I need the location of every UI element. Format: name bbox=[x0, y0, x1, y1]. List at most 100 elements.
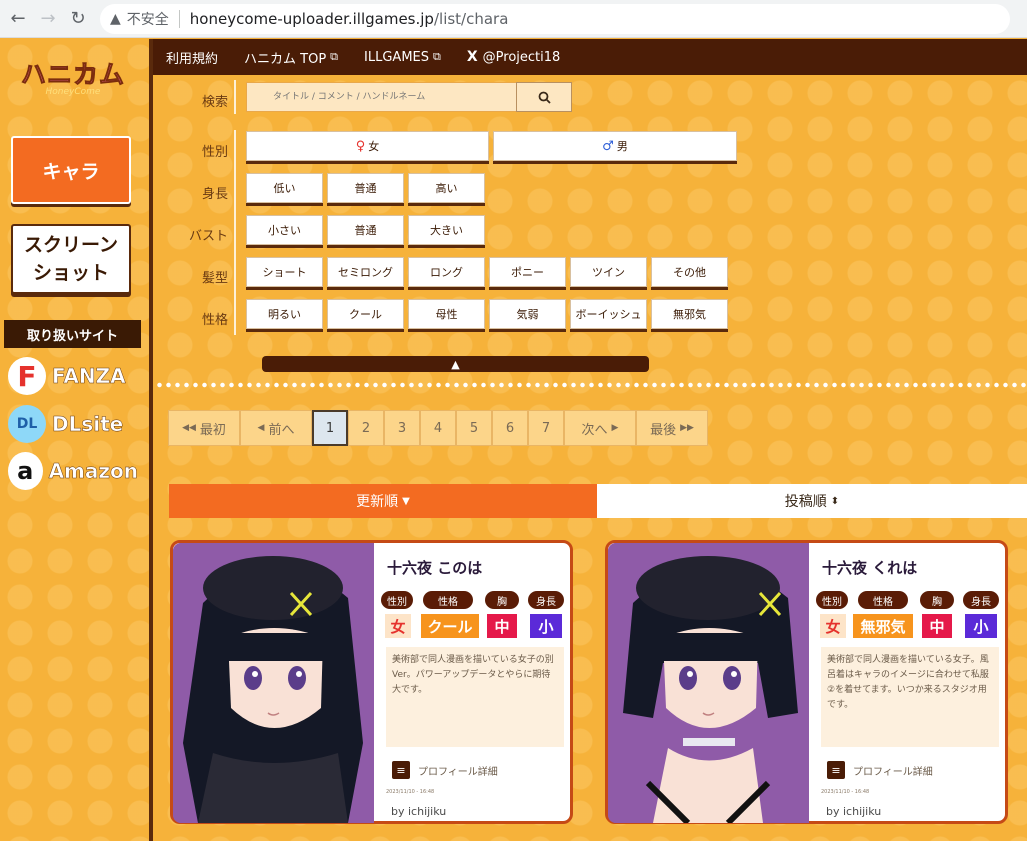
amazon-link[interactable]: a Amazon bbox=[8, 452, 138, 490]
personality-value: 無邪気 bbox=[853, 614, 913, 638]
bust-large-button[interactable]: 大きい bbox=[408, 215, 485, 245]
terms-link[interactable]: 利用規約 bbox=[166, 48, 218, 67]
bust-label: バスト bbox=[188, 229, 228, 244]
dlsite-link[interactable]: DL DLsite bbox=[8, 405, 138, 443]
warning-icon: ▲ bbox=[110, 10, 121, 27]
card-author[interactable]: by ichijiku bbox=[826, 805, 881, 818]
personality-motherly-button[interactable]: 母性 bbox=[408, 299, 485, 329]
next-page-icon: ▶ bbox=[611, 423, 619, 433]
hair-twin-button[interactable]: ツイン bbox=[570, 257, 647, 287]
tag-height-label: 身長 bbox=[528, 591, 564, 609]
sort-posted-tab[interactable]: 投稿順 ⬍ bbox=[597, 484, 1027, 518]
bust-small-button[interactable]: 小さい bbox=[246, 215, 323, 245]
amazon-label: Amazon bbox=[48, 459, 138, 484]
chara-button[interactable]: キャラ bbox=[11, 136, 131, 204]
character-card[interactable]: 十六夜 このは 性別 性格 胸 身長 女 クール 中 小 美術部で同人漫画を描い… bbox=[170, 540, 573, 824]
sort-updown-icon: ⬍ bbox=[830, 495, 840, 507]
height-short-button[interactable]: 低い bbox=[246, 173, 323, 203]
sex-male-button[interactable]: ♂ 男 bbox=[493, 131, 737, 161]
character-name[interactable]: 十六夜 このは bbox=[387, 557, 482, 578]
height-label: 身長 bbox=[201, 187, 228, 202]
character-card[interactable]: 十六夜 くれは 性別 性格 胸 身長 女 無邪気 中 小 美術部で同人漫画を描い… bbox=[605, 540, 1008, 824]
personality-innocent-button[interactable]: 無邪気 bbox=[651, 299, 728, 329]
card-date: 2023/11/10 - 16:48 bbox=[821, 789, 870, 795]
page-number-button[interactable]: 2 bbox=[348, 410, 384, 446]
sort-updated-tab[interactable]: 更新順 ▼ bbox=[169, 484, 597, 518]
honeycome-top-label: ハニカム TOP bbox=[244, 51, 327, 67]
profile-detail-label: プロフィール詳細 bbox=[418, 766, 498, 778]
x-account-link[interactable]: X @Projecti18 bbox=[467, 49, 560, 65]
page-number-button[interactable]: 6 bbox=[492, 410, 528, 446]
personality-boyish-button[interactable]: ボーイッシュ bbox=[570, 299, 647, 329]
character-portrait[interactable] bbox=[608, 543, 809, 823]
tag-sex-label: 性別 bbox=[381, 591, 413, 609]
browser-toolbar: ← → ↻ ▲ 不安全 honeycome-uploader.illgames.… bbox=[0, 0, 1027, 38]
profile-detail-link[interactable]: ≡ プロフィール詳細 bbox=[827, 761, 933, 779]
sex-female-label: 女 bbox=[368, 140, 380, 153]
tag-sex-label: 性別 bbox=[816, 591, 848, 609]
character-description: 美術部で同人漫画を描いている女子の別Ver。パワーアップデータとやらに期待大です… bbox=[386, 647, 564, 747]
page-first-button[interactable]: ◀◀ 最初 bbox=[168, 410, 240, 446]
x-logo-icon: X bbox=[466, 49, 478, 65]
hair-short-button[interactable]: ショート bbox=[246, 257, 323, 287]
sex-male-label: 男 bbox=[616, 140, 628, 153]
last-page-icon: ▶▶ bbox=[680, 423, 694, 433]
page-number-button[interactable]: 5 bbox=[456, 410, 492, 446]
character-portrait[interactable] bbox=[173, 543, 374, 823]
sex-label: 性別 bbox=[201, 145, 228, 160]
page-last-label: 最後 bbox=[650, 422, 677, 438]
sort-updated-label: 更新順 bbox=[356, 494, 399, 510]
page-number-button[interactable]: 7 bbox=[528, 410, 564, 446]
url-host: honeycome-uploader.illgames.jp bbox=[189, 9, 434, 28]
height-normal-button[interactable]: 普通 bbox=[327, 173, 404, 203]
terms-label: 利用規約 bbox=[166, 51, 219, 67]
filter-divider bbox=[234, 80, 236, 114]
card-author[interactable]: by ichijiku bbox=[391, 805, 446, 818]
screenshot-button[interactable]: スクリーン ショット bbox=[11, 224, 131, 294]
insecure-label: 不安全 bbox=[126, 11, 169, 28]
search-input[interactable] bbox=[246, 82, 516, 112]
illgames-link[interactable]: ILLGAMES ⧉ bbox=[364, 50, 441, 65]
height-value: 小 bbox=[530, 614, 562, 638]
honeycome-logo[interactable]: ハニカム HoneyCome bbox=[16, 58, 130, 104]
honeycome-top-link[interactable]: ハニカム TOP ⧉ bbox=[244, 48, 338, 67]
hair-other-button[interactable]: その他 bbox=[651, 257, 728, 287]
hair-semilong-button[interactable]: セミロング bbox=[327, 257, 404, 287]
sex-female-button[interactable]: ♀ 女 bbox=[246, 131, 489, 161]
page-first-label: 最初 bbox=[199, 422, 226, 438]
male-icon: ♂ bbox=[602, 138, 614, 154]
hair-long-button[interactable]: ロング bbox=[408, 257, 485, 287]
hair-pony-button[interactable]: ポニー bbox=[489, 257, 566, 287]
x-account-label: @Projecti18 bbox=[482, 49, 561, 65]
illgames-label: ILLGAMES bbox=[364, 49, 429, 65]
pagination: ◀◀ 最初 ◀ 前へ 1 2 3 4 5 6 7 次へ ▶ 最後 ▶▶ bbox=[168, 410, 708, 446]
sex-value: 女 bbox=[385, 614, 411, 638]
screenshot-label-line2: ショット bbox=[32, 262, 109, 284]
personality-bright-button[interactable]: 明るい bbox=[246, 299, 323, 329]
height-value: 小 bbox=[965, 614, 997, 638]
back-arrow-icon[interactable]: ← bbox=[6, 7, 30, 31]
personality-cool-button[interactable]: クール bbox=[327, 299, 404, 329]
address-bar[interactable]: ▲ 不安全 honeycome-uploader.illgames.jp/lis… bbox=[100, 3, 1010, 34]
profile-detail-link[interactable]: ≡ プロフィール詳細 bbox=[392, 761, 498, 779]
tag-chest-label: 胸 bbox=[920, 591, 954, 609]
height-tall-button[interactable]: 高い bbox=[408, 173, 485, 203]
page-number-button[interactable]: 1 bbox=[312, 410, 348, 446]
sort-down-icon: ▼ bbox=[402, 495, 410, 507]
chest-value: 中 bbox=[922, 614, 952, 638]
page-number-button[interactable]: 3 bbox=[384, 410, 420, 446]
reload-icon[interactable]: ↻ bbox=[66, 7, 90, 31]
search-button[interactable] bbox=[516, 82, 572, 112]
page-number-button[interactable]: 4 bbox=[420, 410, 456, 446]
page-next-button[interactable]: 次へ ▶ bbox=[564, 410, 636, 446]
screenshot-label-line1: スクリーン bbox=[23, 234, 119, 256]
page-prev-button[interactable]: ◀ 前へ bbox=[240, 410, 312, 446]
page-last-button[interactable]: 最後 ▶▶ bbox=[636, 410, 708, 446]
bust-normal-button[interactable]: 普通 bbox=[327, 215, 404, 245]
character-name[interactable]: 十六夜 くれは bbox=[822, 557, 917, 578]
collapse-filters-button[interactable]: ▲ bbox=[262, 356, 649, 372]
dlsite-label: DLsite bbox=[52, 412, 124, 437]
forward-arrow-icon[interactable]: → bbox=[36, 7, 60, 31]
personality-timid-button[interactable]: 気弱 bbox=[489, 299, 566, 329]
fanza-link[interactable]: F FANZA bbox=[8, 357, 138, 395]
